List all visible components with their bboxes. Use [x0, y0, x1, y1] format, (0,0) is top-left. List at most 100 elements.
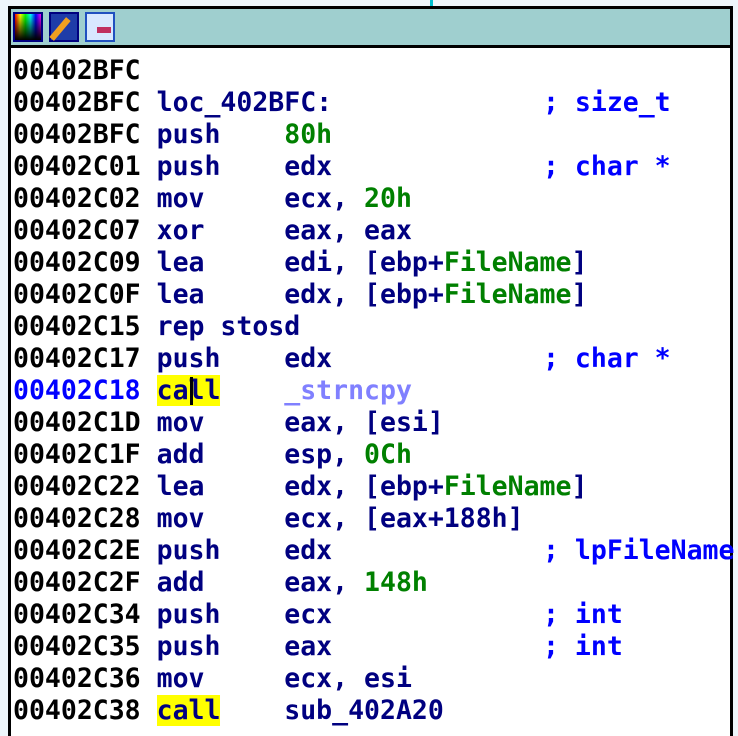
disassembly-listing[interactable]: 00402BFC 00402BFC loc_402BFC:; size_t 004…: [13, 55, 734, 727]
address[interactable]: 00402C15: [13, 311, 141, 342]
address[interactable]: 00402C22: [13, 471, 141, 502]
mnemonic[interactable]: mov: [157, 183, 205, 214]
address[interactable]: 00402C2F: [13, 567, 141, 598]
mnemonic[interactable]: lea: [157, 279, 205, 310]
address[interactable]: 00402C36: [13, 663, 141, 694]
code-line[interactable]: 00402BFC: [13, 55, 587, 87]
operand[interactable]: edx: [284, 535, 332, 566]
mnemonic[interactable]: call: [156, 695, 221, 726]
mnemonic[interactable]: push: [157, 631, 221, 662]
address[interactable]: 00402C17: [13, 343, 141, 374]
mnemonic[interactable]: lea: [157, 471, 205, 502]
code-line[interactable]: 00402C2F add eax, 148h: [13, 567, 587, 599]
comment: ; int: [543, 599, 623, 630]
mnemonic[interactable]: push: [157, 343, 221, 374]
operand[interactable]: eax, [esi]: [284, 407, 444, 438]
code-line[interactable]: 00402C1F add esp, 0Ch: [13, 439, 587, 471]
operand[interactable]: ]: [571, 279, 587, 310]
mnemonic[interactable]: add: [157, 439, 205, 470]
code-line[interactable]: 00402C2E push edx ; lpFileName: [13, 535, 734, 567]
operand[interactable]: edi, [ebp+: [284, 247, 444, 278]
address[interactable]: 00402BFC: [13, 119, 141, 150]
mnemonic[interactable]: call: [156, 375, 221, 406]
code-line[interactable]: 00402C35 push eax ; int: [13, 631, 623, 663]
operand[interactable]: ecx,: [284, 183, 364, 214]
operand[interactable]: eax: [284, 631, 332, 662]
operand-symbol[interactable]: sub_402A20: [284, 695, 444, 726]
operand[interactable]: FileName: [444, 247, 572, 278]
code-line[interactable]: 00402C28 mov ecx, [eax+188h]: [13, 503, 587, 535]
mnemonic[interactable]: xor: [157, 215, 205, 246]
color-palette-icon[interactable]: [13, 12, 43, 42]
comment: ; char *: [543, 151, 671, 182]
graph-node[interactable]: 00402BFC 00402BFC loc_402BFC:; size_t 004…: [8, 6, 734, 736]
address[interactable]: 00402C2E: [13, 535, 141, 566]
graph-flow-icon[interactable]: [85, 12, 115, 42]
code-line[interactable]: 00402C34 push ecx ; int: [13, 599, 623, 631]
code-line[interactable]: 00402C22 lea edx, [ebp+FileName]: [13, 471, 587, 503]
mnemonic[interactable]: rep stosd: [157, 311, 301, 342]
mnemonic[interactable]: push: [157, 599, 221, 630]
address[interactable]: 00402C34: [13, 599, 141, 630]
operand[interactable]: ]: [571, 471, 587, 502]
operand[interactable]: FileName: [444, 471, 572, 502]
code-line[interactable]: 00402BFC loc_402BFC: ; size_t: [13, 87, 671, 119]
mnemonic[interactable]: add: [157, 567, 205, 598]
code-line[interactable]: 00402C36 mov ecx, esi: [13, 663, 587, 695]
operand[interactable]: eax, eax: [284, 215, 412, 246]
operand[interactable]: esp,: [284, 439, 364, 470]
text-cursor: [190, 377, 194, 405]
operand[interactable]: ecx, esi: [284, 663, 412, 694]
code-line[interactable]: 00402BFC push 80h: [13, 119, 587, 151]
operand[interactable]: ecx: [284, 599, 332, 630]
comment: ; char *: [543, 343, 671, 374]
mnemonic[interactable]: mov: [157, 407, 205, 438]
address[interactable]: 00402C07: [13, 215, 141, 246]
code-line[interactable]: 00402C1D mov eax, [esi]: [13, 407, 587, 439]
address[interactable]: 00402C0F: [13, 279, 141, 310]
comment: ; size_t: [543, 87, 671, 118]
code-line[interactable]: 00402C01 push edx ; char *: [13, 151, 671, 183]
operand[interactable]: edx, [ebp+: [284, 471, 444, 502]
address[interactable]: 00402C35: [13, 631, 141, 662]
mnemonic[interactable]: lea: [157, 247, 205, 278]
operand[interactable]: eax,: [284, 567, 364, 598]
mnemonic[interactable]: mov: [157, 663, 205, 694]
address[interactable]: 00402C1F: [13, 439, 141, 470]
address[interactable]: 00402C38: [13, 695, 141, 726]
address[interactable]: 00402BFC: [13, 87, 141, 118]
comment: ; lpFileName: [543, 535, 735, 566]
address[interactable]: 00402C02: [13, 183, 141, 214]
operand[interactable]: 20h: [364, 183, 412, 214]
address[interactable]: 00402BFC: [13, 55, 141, 86]
code-line[interactable]: 00402C38 call sub_402A20: [13, 695, 587, 727]
operand[interactable]: ecx, [eax+188h]: [284, 503, 523, 534]
code-line[interactable]: 00402C0F lea edx, [ebp+FileName]: [13, 279, 587, 311]
operand[interactable]: 0Ch: [364, 439, 412, 470]
operand[interactable]: 148h: [364, 567, 428, 598]
code-label[interactable]: loc_402BFC:: [157, 87, 333, 118]
code-line[interactable]: 00402C02 mov ecx, 20h: [13, 183, 587, 215]
code-line[interactable]: 00402C09 lea edi, [ebp+FileName]: [13, 247, 587, 279]
operand-symbol[interactable]: _strncpy: [284, 375, 412, 406]
address[interactable]: 00402C01: [13, 151, 141, 182]
mnemonic[interactable]: push: [157, 151, 221, 182]
mnemonic[interactable]: push: [157, 535, 221, 566]
operand[interactable]: edx: [284, 343, 332, 374]
address[interactable]: 00402C18: [13, 375, 141, 406]
code-line[interactable]: 00402C18 call _strncpy: [13, 375, 587, 407]
code-line[interactable]: 00402C17 push edx ; char *: [13, 343, 671, 375]
mnemonic[interactable]: push: [157, 119, 221, 150]
operand[interactable]: ]: [571, 247, 587, 278]
operand[interactable]: edx, [ebp+: [284, 279, 444, 310]
operand[interactable]: edx: [284, 151, 332, 182]
mnemonic[interactable]: mov: [157, 503, 205, 534]
operand[interactable]: FileName: [444, 279, 572, 310]
address[interactable]: 00402C28: [13, 503, 141, 534]
edit-pencil-icon[interactable]: [49, 12, 79, 42]
address[interactable]: 00402C09: [13, 247, 141, 278]
code-line[interactable]: 00402C07 xor eax, eax: [13, 215, 587, 247]
operand[interactable]: 80h: [284, 119, 332, 150]
address[interactable]: 00402C1D: [13, 407, 141, 438]
code-line[interactable]: 00402C15 rep stosd: [13, 311, 587, 343]
